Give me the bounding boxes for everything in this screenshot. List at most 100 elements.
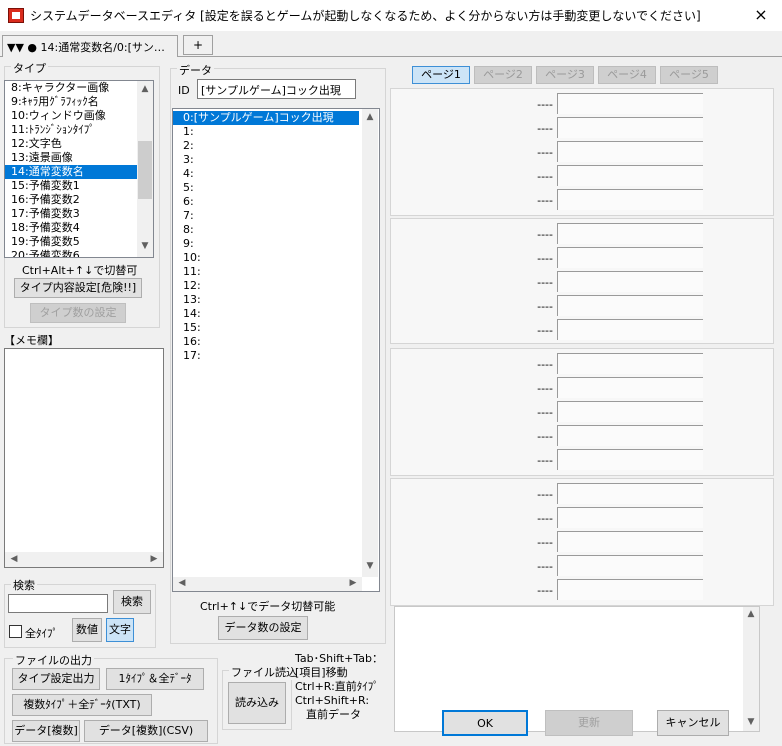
search-button[interactable]: 検索 xyxy=(113,590,151,614)
field-input[interactable] xyxy=(557,425,703,446)
text-toggle[interactable]: 文字 xyxy=(106,618,134,642)
field-input[interactable] xyxy=(557,579,703,600)
field-input[interactable] xyxy=(557,507,703,528)
data-list-item[interactable]: 16: xyxy=(173,335,359,349)
scroll-down-icon[interactable]: ▼ xyxy=(744,717,758,727)
ok-button[interactable]: OK xyxy=(442,710,528,736)
data-list-item[interactable]: 12: xyxy=(173,279,359,293)
data-list-item[interactable]: 15: xyxy=(173,321,359,335)
type-list-item[interactable]: 16:予備変数2 xyxy=(5,193,137,207)
numeric-toggle[interactable]: 数値 xyxy=(72,618,102,642)
data-list-item[interactable]: 4: xyxy=(173,167,359,181)
type-list-item[interactable]: 18:予備変数4 xyxy=(5,221,137,235)
update-button[interactable]: 更新 xyxy=(545,710,633,736)
type-list-item[interactable]: 20:予備変数6 xyxy=(5,249,137,257)
field-input[interactable] xyxy=(557,165,703,186)
search-input[interactable] xyxy=(8,594,108,613)
field-input[interactable] xyxy=(557,483,703,504)
memo-field[interactable]: ◀ ▶ xyxy=(4,348,164,568)
scroll-down-icon[interactable]: ▼ xyxy=(138,241,152,251)
field-input[interactable] xyxy=(557,189,703,210)
page-tab[interactable]: ページ2 xyxy=(474,66,532,84)
type-list-item[interactable]: 14:通常変数名 xyxy=(5,165,137,179)
data-list-hscrollbar[interactable]: ◀ ▶ xyxy=(173,577,362,591)
data-list-item[interactable]: 11: xyxy=(173,265,359,279)
one-type-all-data-button[interactable]: 1ﾀｲﾌﾟ＆全ﾃﾞｰﾀ xyxy=(106,668,204,690)
scroll-right-icon[interactable]: ▶ xyxy=(147,554,161,564)
type-list-item[interactable]: 17:予備変数3 xyxy=(5,207,137,221)
type-count-button[interactable]: タイプ数の設定 xyxy=(30,303,126,323)
field-label: ---- xyxy=(537,252,553,265)
note-scrollbar[interactable]: ▲ ▼ xyxy=(743,607,759,731)
data-list-item[interactable]: 1: xyxy=(173,125,359,139)
read-button[interactable]: 読み込み xyxy=(228,682,286,724)
field-input[interactable] xyxy=(557,353,703,374)
data-count-button[interactable]: データ数の設定 xyxy=(218,616,308,640)
data-list-item[interactable]: 9: xyxy=(173,237,359,251)
field-input[interactable] xyxy=(557,271,703,292)
data-list-item[interactable]: 14: xyxy=(173,307,359,321)
type-list-item[interactable]: 19:予備変数5 xyxy=(5,235,137,249)
scroll-left-icon[interactable]: ◀ xyxy=(7,554,21,564)
type-settings-output-button[interactable]: タイプ設定出力 xyxy=(12,668,100,690)
type-list-item[interactable]: 8:キャラクター画像 xyxy=(5,81,137,95)
data-list-item[interactable]: 17: xyxy=(173,349,359,363)
id-field[interactable]: [サンプルゲーム]コック出現 xyxy=(197,79,356,99)
field-label: ---- xyxy=(537,146,553,159)
page-tab[interactable]: ページ4 xyxy=(598,66,656,84)
data-list-scrollbar[interactable]: ▲ ▼ xyxy=(362,109,378,577)
field-input[interactable] xyxy=(557,223,703,244)
data-list-item[interactable]: 3: xyxy=(173,153,359,167)
type-list-scrollbar[interactable]: ▲ ▼ xyxy=(137,81,153,257)
field-input[interactable] xyxy=(557,401,703,422)
type-content-settings-button[interactable]: タイプ内容設定[危険!!] xyxy=(14,278,142,298)
type-list-item[interactable]: 12:文字色 xyxy=(5,137,137,151)
close-icon[interactable]: × xyxy=(746,4,776,26)
field-input[interactable] xyxy=(557,319,703,340)
memo-hscrollbar[interactable]: ◀ ▶ xyxy=(5,552,163,567)
page-tab[interactable]: ページ5 xyxy=(660,66,718,84)
scroll-up-icon[interactable]: ▲ xyxy=(363,112,377,122)
scroll-up-icon[interactable]: ▲ xyxy=(138,84,152,94)
data-list-item[interactable]: 13: xyxy=(173,293,359,307)
field-label: ---- xyxy=(537,488,553,501)
type-list-item[interactable]: 10:ウィンドウ画像 xyxy=(5,109,137,123)
page-tab[interactable]: ページ3 xyxy=(536,66,594,84)
field-input[interactable] xyxy=(557,531,703,552)
field-input[interactable] xyxy=(557,93,703,114)
type-list-item[interactable]: 11:ﾄﾗﾝｼﾞｼｮﾝﾀｲﾌﾟ xyxy=(5,123,137,137)
data-list-item[interactable]: 0:[サンプルゲーム]コック出現 xyxy=(173,111,359,125)
data-multi-csv-button[interactable]: データ[複数](CSV) xyxy=(84,720,208,742)
add-tab-button[interactable]: + xyxy=(183,35,213,55)
field-input[interactable] xyxy=(557,449,703,470)
data-multi-button[interactable]: データ[複数] xyxy=(12,720,80,742)
scroll-thumb[interactable] xyxy=(138,141,152,199)
type-list-item[interactable]: 15:予備変数1 xyxy=(5,179,137,193)
field-label: ---- xyxy=(537,512,553,525)
scroll-right-icon[interactable]: ▶ xyxy=(346,578,360,588)
data-list-item[interactable]: 2: xyxy=(173,139,359,153)
field-input[interactable] xyxy=(557,117,703,138)
field-input[interactable] xyxy=(557,555,703,576)
scroll-left-icon[interactable]: ◀ xyxy=(175,578,189,588)
data-list-item[interactable]: 8: xyxy=(173,223,359,237)
field-input[interactable] xyxy=(557,247,703,268)
tab-current[interactable]: ▼▼ ● 14:通常変数名/0:[サン… xyxy=(2,35,178,57)
field-input[interactable] xyxy=(557,377,703,398)
field-input[interactable] xyxy=(557,295,703,316)
data-list-item[interactable]: 10: xyxy=(173,251,359,265)
page-tab[interactable]: ページ1 xyxy=(412,66,470,84)
data-list-item[interactable]: 5: xyxy=(173,181,359,195)
data-list-item[interactable]: 7: xyxy=(173,209,359,223)
data-list[interactable]: 0:[サンプルゲーム]コック出現 1: 2: 3: 4: 5: 6: 7: 8: 9: 10: 11:… xyxy=(172,108,380,592)
cancel-button[interactable]: キャンセル xyxy=(657,710,729,736)
all-types-checkbox[interactable] xyxy=(9,625,22,638)
scroll-down-icon[interactable]: ▼ xyxy=(363,561,377,571)
type-list-item[interactable]: 13:遠景画像 xyxy=(5,151,137,165)
scroll-up-icon[interactable]: ▲ xyxy=(744,609,758,619)
multi-type-all-data-txt-button[interactable]: 複数ﾀｲﾌﾟ＋全ﾃﾞｰﾀ(TXT) xyxy=(12,694,152,716)
field-input[interactable] xyxy=(557,141,703,162)
data-list-item[interactable]: 6: xyxy=(173,195,359,209)
type-list-item[interactable]: 9:ｷｬﾗ用ｸﾞﾗﾌｨｯｸ名 xyxy=(5,95,137,109)
type-list[interactable]: 8:キャラクター画像 9:ｷｬﾗ用ｸﾞﾗﾌｨｯｸ名 10:ウィンドウ画像 11:ﾄﾗﾝ… xyxy=(4,80,154,258)
